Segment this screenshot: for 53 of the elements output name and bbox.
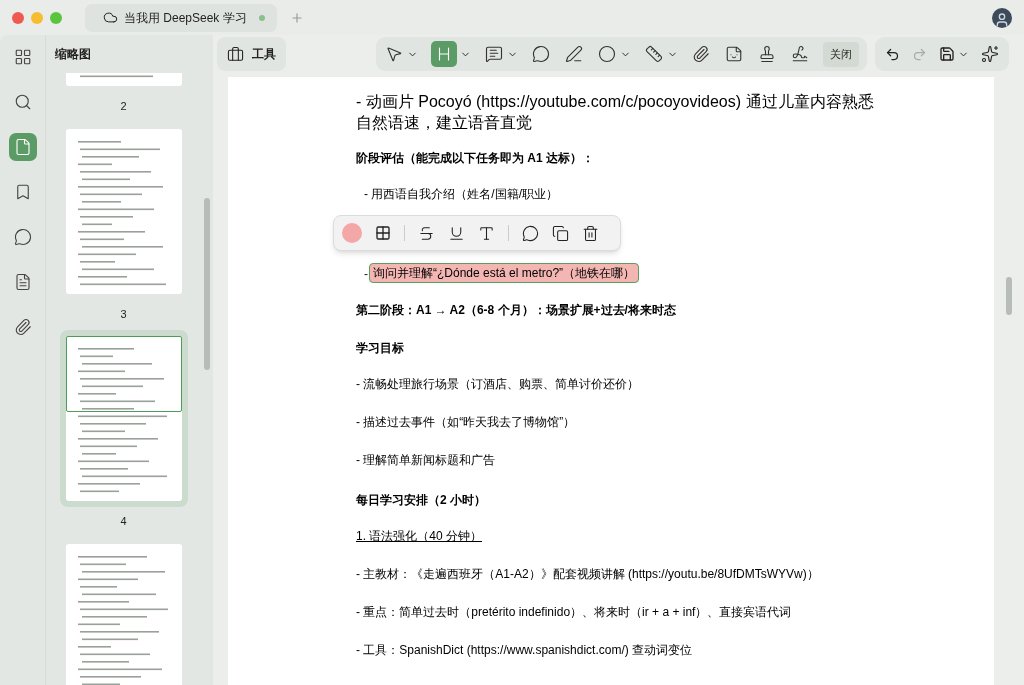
- list-item: - 工具：SpanishDict (https://www.spanishdict.com/) 查动词变位: [356, 643, 694, 659]
- tools-button[interactable]: 工具: [217, 37, 286, 71]
- squiggly-text-icon[interactable]: [478, 224, 495, 242]
- color-swatch[interactable]: [342, 223, 362, 243]
- page-number: 2: [120, 99, 127, 114]
- thumbnail-frame[interactable]: [59, 330, 188, 507]
- highlighted-text[interactable]: 询问并理解“¿Dónde está el metro?”（地铁在哪）: [369, 263, 640, 283]
- ai-assistant-icon[interactable]: [981, 45, 999, 63]
- cloud-icon: [103, 10, 118, 25]
- delete-icon[interactable]: [582, 224, 599, 242]
- document-tab[interactable]: 当我用 DeepSeek 学习: [85, 3, 277, 32]
- note-icon[interactable]: [484, 44, 504, 64]
- list-item: - 描述过去事件（如“昨天我去了博物馆”）: [356, 415, 577, 431]
- strikethrough-icon[interactable]: [418, 224, 435, 242]
- opacity-icon[interactable]: [375, 225, 391, 241]
- scrollbar-thumb[interactable]: [1006, 277, 1012, 315]
- page-number: 4: [120, 514, 127, 529]
- ruler-icon[interactable]: [644, 44, 664, 64]
- toolbox-icon: [227, 45, 244, 63]
- section-heading: 第二阶段：A1 → A2（6-8 个月）：场景扩展+过去/将来时态: [356, 302, 677, 319]
- paragraph: - 动画片 Pocoyó (https://youtube.com/c/pocoyovideos) 通过儿童内容熟悉自然语速，建立语音直觉: [356, 92, 875, 133]
- stamp-icon[interactable]: [757, 44, 777, 64]
- section-heading: 学习目标: [356, 340, 405, 357]
- save-icon[interactable]: [939, 46, 955, 62]
- list-item: - 理解简单新闻标题和广告: [356, 453, 497, 469]
- copy-icon[interactable]: [552, 224, 569, 242]
- bullet: -: [364, 267, 368, 281]
- list-item: - 流畅处理旅行场景（订酒店、购票、简单讨价还价）: [356, 377, 641, 393]
- paperclip-icon[interactable]: [691, 44, 711, 64]
- heading-icon[interactable]: [431, 41, 457, 67]
- circle-icon[interactable]: [597, 44, 617, 64]
- close-button[interactable]: 关闭: [823, 41, 859, 67]
- section-heading: 阶段评估（能完成以下任务即为 A1 达标）：: [356, 150, 595, 167]
- page-number: 3: [120, 306, 127, 322]
- section-heading: 每日学习安排（2 小时）: [356, 492, 487, 509]
- undo-icon[interactable]: [885, 46, 900, 62]
- list-item: - 主教材：《走遍西班牙（A1-A2）》配套视频讲解 (https://youtu.be/8UfDMTsWYVw)）: [356, 567, 820, 583]
- sticker-icon[interactable]: [724, 44, 744, 64]
- list-item: - 重点：简单过去时（pretérito indefinido）、将来时（ir + a + inf）、直接宾语代词: [356, 605, 793, 621]
- page-icon[interactable]: [8, 133, 37, 161]
- subsection-title: 1. 语法强化（40 分钟）: [356, 529, 483, 543]
- comment-icon[interactable]: [531, 44, 551, 64]
- underline-icon[interactable]: [448, 224, 465, 242]
- viewport-indicator[interactable]: [65, 336, 182, 412]
- pointer-icon[interactable]: [384, 44, 404, 64]
- list-item: - 用西语自我介绍（姓名/国籍/职业）: [363, 187, 559, 203]
- close-window-icon[interactable]: [12, 11, 24, 24]
- signature-icon[interactable]: [790, 44, 810, 64]
- scrollbar-thumb[interactable]: [204, 198, 210, 370]
- panel-title: 缩略图: [55, 46, 91, 63]
- pen-icon[interactable]: [564, 44, 584, 64]
- avatar[interactable]: [992, 7, 1012, 28]
- comment-icon[interactable]: [522, 224, 539, 242]
